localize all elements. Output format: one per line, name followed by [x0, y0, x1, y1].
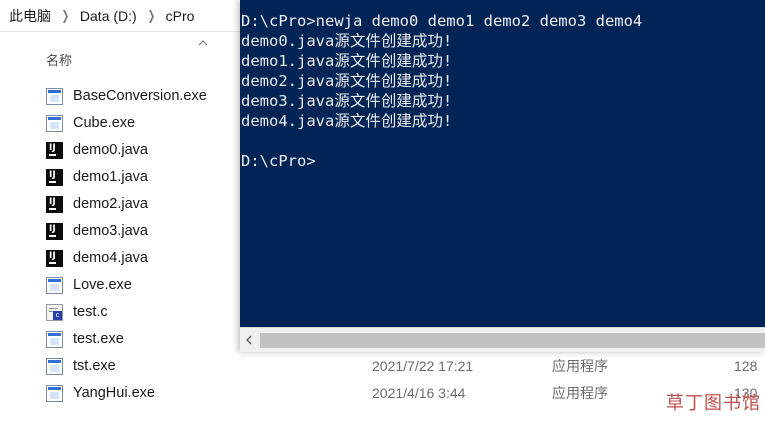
chevron-right-icon[interactable]: ❯ — [57, 8, 73, 24]
column-header-name[interactable]: 名称 — [46, 50, 72, 69]
console-line: D:\cPro>newja demo0 demo1 demo2 demo3 de… — [241, 12, 643, 30]
file-date: 2021/4/16 3:44 — [372, 385, 466, 401]
exe-icon — [46, 114, 63, 132]
file-date: 2021/7/22 17:21 — [372, 358, 474, 374]
console-line: demo4.java源文件创建成功! — [241, 112, 453, 130]
console-line: demo1.java源文件创建成功! — [241, 52, 453, 70]
java-file-icon: IJ — [46, 141, 63, 159]
file-type: 应用程序 — [552, 385, 608, 401]
breadcrumb-item-data-drive[interactable]: Data (D:) — [77, 8, 140, 24]
watermark: 草丁图书馆 — [666, 393, 761, 414]
file-name: test.c — [73, 304, 108, 320]
java-file-icon: IJ — [46, 249, 63, 267]
console-line: demo2.java源文件创建成功! — [241, 72, 453, 90]
exe-icon — [46, 384, 63, 402]
file-size: 128 — [734, 358, 758, 374]
file-name: demo3.java — [73, 223, 148, 239]
file-row[interactable]: tst.exe 2021/7/22 17:21 应用程序 128 — [46, 353, 765, 379]
file-name: test.exe — [73, 331, 124, 347]
c-file-icon: c — [46, 303, 63, 321]
file-type: 应用程序 — [552, 358, 608, 374]
file-name: Love.exe — [73, 277, 132, 293]
file-name: YangHui.exe — [73, 385, 155, 401]
file-name: demo2.java — [73, 196, 148, 212]
breadcrumb-item-this-pc[interactable]: 此电脑 — [6, 6, 54, 26]
breadcrumb-item-cpro[interactable]: cPro — [163, 8, 198, 24]
file-row[interactable]: YangHui.exe 2021/4/16 3:44 应用程序 130 — [46, 380, 765, 406]
file-name: demo4.java — [73, 250, 148, 266]
file-name: BaseConversion.exe — [73, 88, 207, 104]
console-line: demo3.java源文件创建成功! — [241, 92, 453, 110]
console-prompt: D:\cPro> — [241, 152, 316, 170]
exe-icon — [46, 357, 63, 375]
scroll-left-arrow-icon[interactable] — [244, 334, 254, 346]
horizontal-scrollbar[interactable] — [240, 327, 765, 352]
scrollbar-thumb[interactable] — [260, 333, 765, 348]
console-line: demo0.java源文件创建成功! — [241, 32, 453, 50]
sort-ascending-icon — [198, 40, 208, 46]
file-name: Cube.exe — [73, 115, 136, 131]
exe-icon — [46, 87, 63, 105]
chevron-right-icon[interactable]: ❯ — [143, 8, 159, 24]
java-file-icon: IJ — [46, 195, 63, 213]
exe-icon — [46, 330, 63, 348]
java-file-icon: IJ — [46, 222, 63, 240]
file-name: demo1.java — [73, 169, 148, 185]
file-name: tst.exe — [73, 358, 116, 374]
java-file-icon: IJ — [46, 168, 63, 186]
console-window[interactable]: D:\cPro>newja demo0 demo1 demo2 demo3 de… — [240, 0, 765, 352]
console-output[interactable]: D:\cPro>newja demo0 demo1 demo2 demo3 de… — [240, 0, 765, 327]
file-name: demo0.java — [73, 142, 148, 158]
exe-icon — [46, 276, 63, 294]
